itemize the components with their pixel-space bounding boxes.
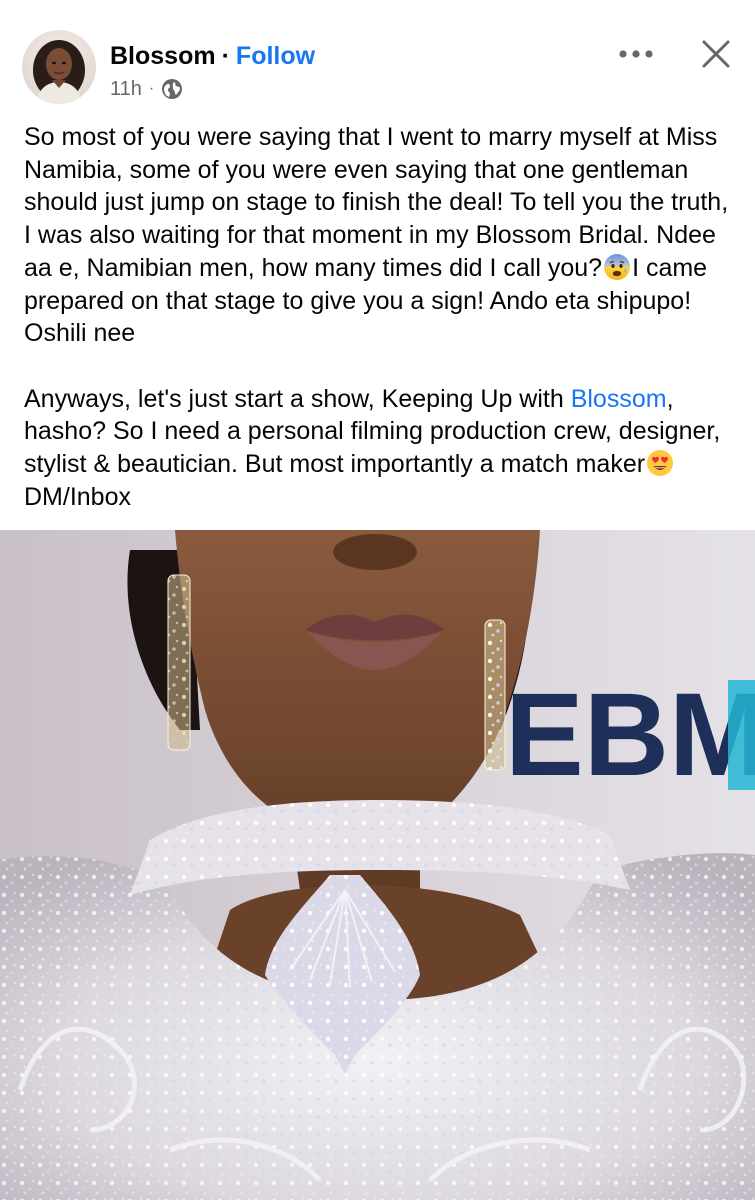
post-paragraph-1: So most of you were saying that I went t… [24,121,736,350]
post-photo[interactable]: EBMA [0,530,755,1200]
facebook-post: Blossom · Follow 11h · So most of you we… [0,0,755,1200]
follow-button[interactable]: Follow [236,42,315,71]
paragraph-2-text-c: DM/Inbox [24,482,131,511]
meta-separator: · [148,80,155,97]
avatar[interactable] [22,30,96,104]
author-name[interactable]: Blossom [110,42,216,71]
close-icon [702,40,730,68]
post-header: Blossom · Follow 11h · [0,0,755,112]
author-line: Blossom · Follow [110,38,315,74]
paragraph-2-text-a: Anyways, let's just start a show, Keepin… [24,384,571,413]
name-separator: · [221,41,230,70]
post-photo-image: EBMA [0,530,755,1200]
more-options-button[interactable] [612,34,660,74]
close-button[interactable] [694,32,738,76]
post-timestamp[interactable]: 11h [110,78,142,101]
post-paragraph-2: Anyways, let's just start a show, Keepin… [24,383,736,514]
backdrop-logo-text: EBMA [505,669,755,801]
anxious-face-emoji [603,253,631,281]
post-text: So most of you were saying that I went t… [24,121,736,513]
heart-eyes-emoji [646,449,674,477]
more-horizontal-icon [619,50,653,58]
mention-link[interactable]: Blossom [571,385,667,413]
globe-icon[interactable] [161,78,183,100]
post-meta: 11h · [110,76,183,102]
avatar-image [33,40,85,104]
